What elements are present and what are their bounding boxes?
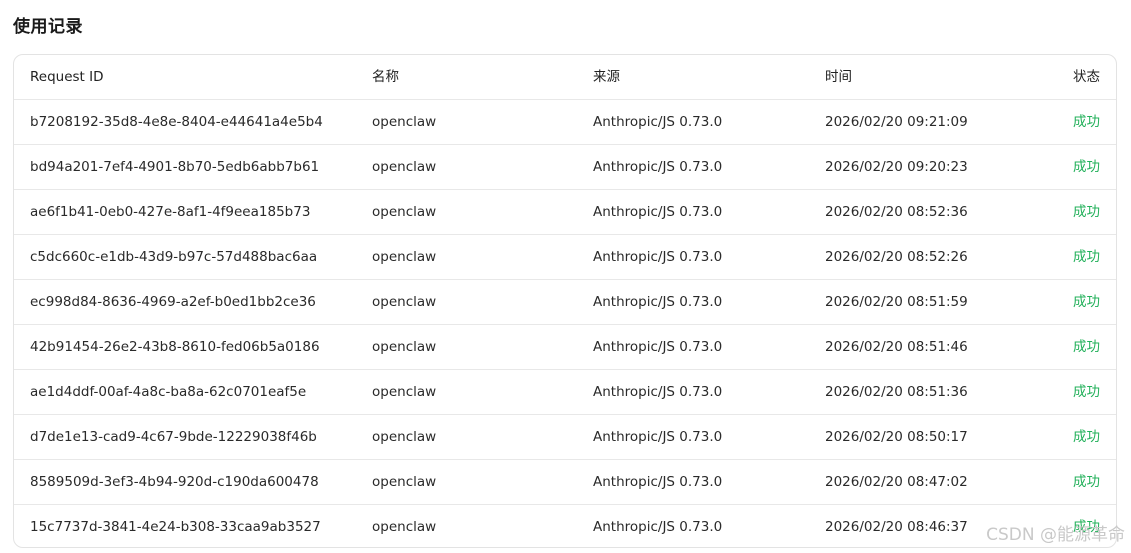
request-id-cell: ae1d4ddf-00af-4a8c-ba8a-62c0701eaf5e — [30, 384, 307, 400]
status-cell: 成功 — [1073, 384, 1100, 400]
request-id-cell: b7208192-35d8-4e8e-8404-e44641a4e5b4 — [30, 114, 323, 130]
time-cell: 2026/02/20 08:51:46 — [825, 339, 968, 355]
table-row[interactable]: b7208192-35d8-4e8e-8404-e44641a4e5b4 ope… — [14, 100, 1116, 145]
status-cell: 成功 — [1073, 519, 1100, 535]
name-cell: openclaw — [372, 519, 437, 535]
status-cell: 成功 — [1073, 114, 1100, 130]
time-cell: 2026/02/20 08:46:37 — [825, 519, 968, 535]
source-cell: Anthropic/JS 0.73.0 — [593, 339, 723, 355]
source-cell: Anthropic/JS 0.73.0 — [593, 474, 723, 490]
column-header-time: 时间 — [825, 69, 852, 85]
usage-records-table: Request ID 名称 来源 时间 状态 b7208192-35d8-4e8… — [13, 54, 1117, 548]
status-cell: 成功 — [1073, 294, 1100, 310]
source-cell: Anthropic/JS 0.73.0 — [593, 384, 723, 400]
request-id-cell: ec998d84-8636-4969-a2ef-b0ed1bb2ce36 — [30, 294, 316, 310]
table-row[interactable]: ec998d84-8636-4969-a2ef-b0ed1bb2ce36 ope… — [14, 280, 1116, 325]
time-cell: 2026/02/20 08:52:36 — [825, 204, 968, 220]
name-cell: openclaw — [372, 294, 437, 310]
source-cell: Anthropic/JS 0.73.0 — [593, 294, 723, 310]
source-cell: Anthropic/JS 0.73.0 — [593, 249, 723, 265]
name-cell: openclaw — [372, 204, 437, 220]
status-cell: 成功 — [1073, 474, 1100, 490]
status-cell: 成功 — [1073, 249, 1100, 265]
source-cell: Anthropic/JS 0.73.0 — [593, 159, 723, 175]
time-cell: 2026/02/20 08:52:26 — [825, 249, 968, 265]
request-id-cell: 15c7737d-3841-4e24-b308-33caa9ab3527 — [30, 519, 321, 535]
status-cell: 成功 — [1073, 429, 1100, 445]
column-header-status: 状态 — [1073, 69, 1100, 85]
time-cell: 2026/02/20 08:51:36 — [825, 384, 968, 400]
table-row[interactable]: ae6f1b41-0eb0-427e-8af1-4f9eea185b73 ope… — [14, 190, 1116, 235]
time-cell: 2026/02/20 08:50:17 — [825, 429, 968, 445]
page-title: 使用记录 — [13, 17, 83, 37]
time-cell: 2026/02/20 08:47:02 — [825, 474, 968, 490]
table-header-row: Request ID 名称 来源 时间 状态 — [14, 55, 1116, 100]
time-cell: 2026/02/20 09:20:23 — [825, 159, 968, 175]
source-cell: Anthropic/JS 0.73.0 — [593, 204, 723, 220]
source-cell: Anthropic/JS 0.73.0 — [593, 114, 723, 130]
table-row[interactable]: c5dc660c-e1db-43d9-b97c-57d488bac6aa ope… — [14, 235, 1116, 280]
request-id-cell: 42b91454-26e2-43b8-8610-fed06b5a0186 — [30, 339, 320, 355]
name-cell: openclaw — [372, 384, 437, 400]
request-id-cell: bd94a201-7ef4-4901-8b70-5edb6abb7b61 — [30, 159, 320, 175]
column-header-name: 名称 — [372, 69, 399, 85]
name-cell: openclaw — [372, 339, 437, 355]
name-cell: openclaw — [372, 429, 437, 445]
time-cell: 2026/02/20 08:51:59 — [825, 294, 968, 310]
table-row[interactable]: ae1d4ddf-00af-4a8c-ba8a-62c0701eaf5e ope… — [14, 370, 1116, 415]
status-cell: 成功 — [1073, 339, 1100, 355]
status-cell: 成功 — [1073, 204, 1100, 220]
table-row[interactable]: 8589509d-3ef3-4b94-920d-c190da600478 ope… — [14, 460, 1116, 505]
table-row[interactable]: 15c7737d-3841-4e24-b308-33caa9ab3527 ope… — [14, 505, 1116, 547]
request-id-cell: 8589509d-3ef3-4b94-920d-c190da600478 — [30, 474, 319, 490]
source-cell: Anthropic/JS 0.73.0 — [593, 519, 723, 535]
request-id-cell: d7de1e13-cad9-4c67-9bde-12229038f46b — [30, 429, 317, 445]
source-cell: Anthropic/JS 0.73.0 — [593, 429, 723, 445]
status-cell: 成功 — [1073, 159, 1100, 175]
request-id-cell: ae6f1b41-0eb0-427e-8af1-4f9eea185b73 — [30, 204, 311, 220]
column-header-source: 来源 — [593, 69, 620, 85]
table-row[interactable]: d7de1e13-cad9-4c67-9bde-12229038f46b ope… — [14, 415, 1116, 460]
name-cell: openclaw — [372, 159, 437, 175]
name-cell: openclaw — [372, 474, 437, 490]
table-row[interactable]: 42b91454-26e2-43b8-8610-fed06b5a0186 ope… — [14, 325, 1116, 370]
time-cell: 2026/02/20 09:21:09 — [825, 114, 968, 130]
request-id-cell: c5dc660c-e1db-43d9-b97c-57d488bac6aa — [30, 249, 318, 265]
column-header-request-id: Request ID — [30, 69, 104, 85]
name-cell: openclaw — [372, 249, 437, 265]
table-row[interactable]: bd94a201-7ef4-4901-8b70-5edb6abb7b61 ope… — [14, 145, 1116, 190]
name-cell: openclaw — [372, 114, 437, 130]
